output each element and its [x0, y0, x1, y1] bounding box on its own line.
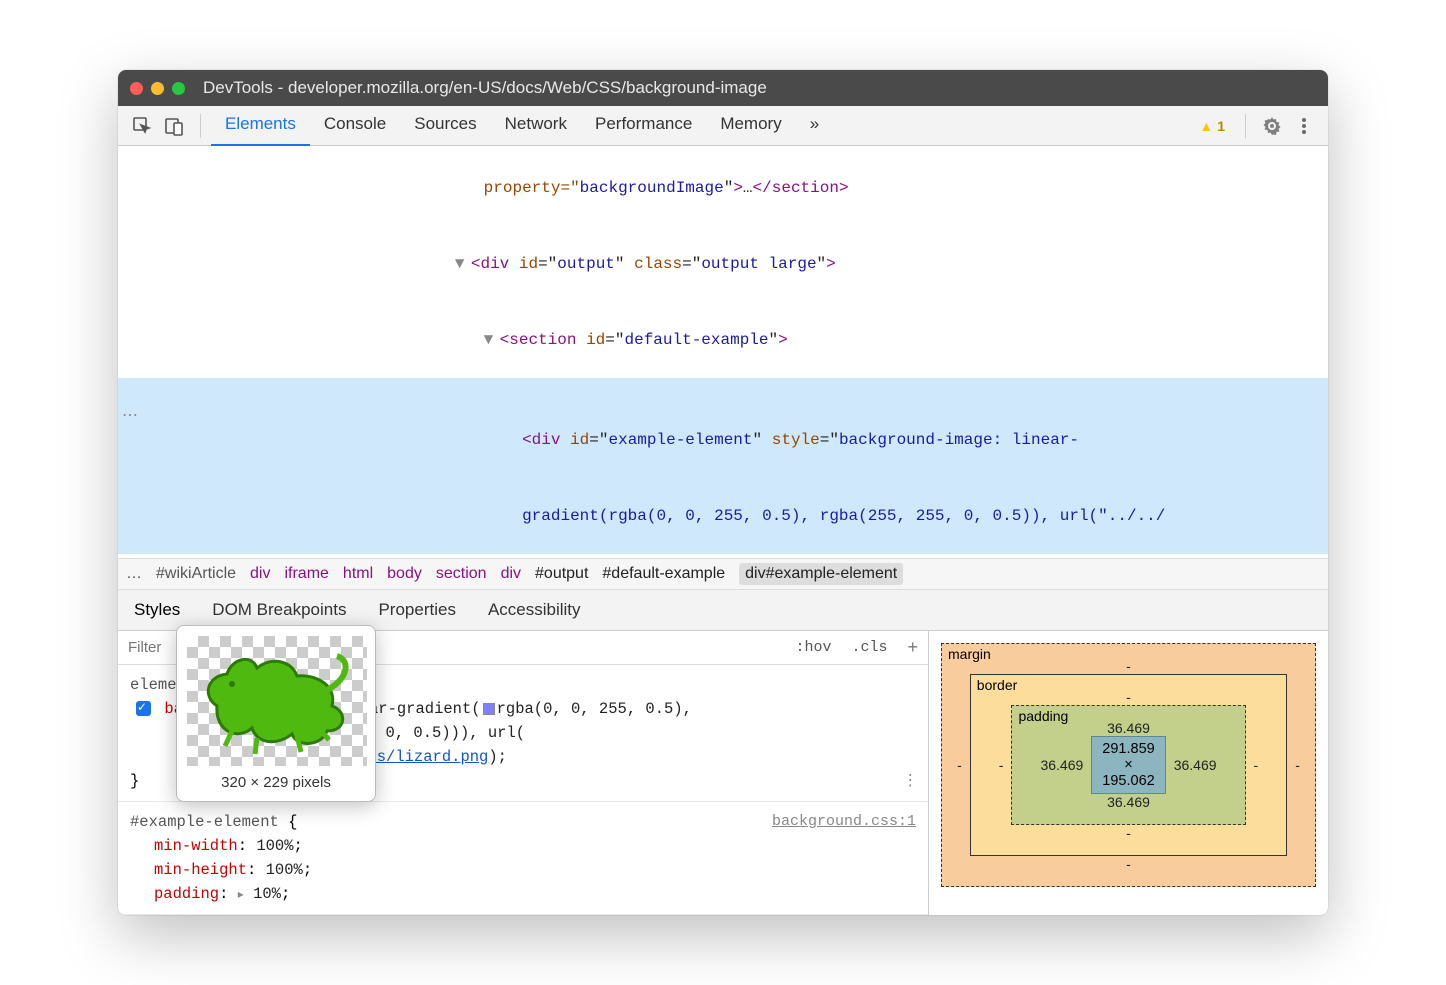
dom-line[interactable]: property="backgroundImage">…</section>	[118, 150, 1328, 226]
image-dimensions: 320 × 229 pixels	[187, 774, 365, 791]
warning-icon: ▲	[1199, 118, 1213, 134]
subtab-styles[interactable]: Styles	[118, 590, 196, 630]
dom-breadcrumb[interactable]: … #wikiArticle div iframe html body sect…	[118, 558, 1328, 590]
crumb[interactable]: div	[250, 565, 270, 583]
minimize-window-icon[interactable]	[151, 82, 164, 95]
color-swatch-icon[interactable]	[483, 703, 495, 715]
hov-toggle[interactable]: :hov	[785, 633, 841, 662]
expand-shorthand-icon[interactable]: ▸	[238, 888, 244, 902]
tab-console[interactable]: Console	[310, 104, 400, 147]
css-rule-example-element[interactable]: background.css:1 #example-element { min-…	[118, 802, 928, 915]
panel-tabs: Elements Console Sources Network Perform…	[211, 104, 1189, 147]
dom-tree[interactable]: property="backgroundImage">…</section> ▼…	[118, 146, 1328, 558]
window-title: DevTools - developer.mozilla.org/en-US/d…	[203, 78, 767, 98]
subtab-dom-breakpoints[interactable]: DOM Breakpoints	[196, 590, 362, 630]
divider	[1245, 114, 1246, 138]
crumb[interactable]: #wikiArticle	[156, 565, 236, 583]
close-window-icon[interactable]	[130, 82, 143, 95]
cls-toggle[interactable]: .cls	[841, 633, 897, 662]
crumb-more[interactable]: …	[126, 565, 142, 583]
image-preview-tooltip: 320 × 229 pixels	[176, 625, 376, 802]
settings-icon[interactable]	[1258, 112, 1286, 140]
crumb[interactable]: html	[343, 565, 373, 583]
rule-menu-icon[interactable]: ⋮	[903, 769, 917, 793]
window-controls	[130, 82, 185, 95]
styles-rules: :hov .cls + 320 × 229 pixels ele	[118, 631, 928, 915]
warning-count: 1	[1217, 118, 1225, 134]
dom-line[interactable]: ▼<div id="output" class="output large">	[118, 226, 1328, 302]
lizard-icon	[197, 646, 357, 756]
tab-memory[interactable]: Memory	[706, 104, 795, 147]
tab-network[interactable]: Network	[491, 104, 581, 147]
new-rule-icon[interactable]: +	[897, 637, 928, 658]
box-model-pane: margin - - border - - padding 36.469	[928, 631, 1328, 915]
ellipsis-icon[interactable]: ⋯	[122, 404, 138, 428]
image-preview	[187, 636, 367, 766]
dom-line-selected[interactable]: gradient(rgba(0, 0, 255, 0.5), rgba(255,…	[118, 478, 1328, 554]
tab-elements[interactable]: Elements	[211, 104, 310, 147]
inspect-element-icon[interactable]	[128, 112, 156, 140]
dom-line-selected[interactable]: ⋯ <div id="example-element" style="backg…	[118, 378, 1328, 478]
crumb[interactable]: iframe	[284, 565, 328, 583]
box-model[interactable]: margin - - border - - padding 36.469	[941, 643, 1316, 887]
warnings-badge[interactable]: ▲ 1	[1199, 118, 1225, 134]
crumb[interactable]: section	[436, 565, 487, 583]
crumb[interactable]: #default-example	[602, 565, 725, 583]
devtools-window: DevTools - developer.mozilla.org/en-US/d…	[118, 70, 1328, 915]
device-toolbar-icon[interactable]	[160, 112, 188, 140]
dom-line[interactable]: ▼<section id="default-example">	[118, 302, 1328, 378]
subtab-properties[interactable]: Properties	[362, 590, 471, 630]
property-toggle-checkbox[interactable]	[136, 701, 151, 716]
crumb[interactable]: body	[387, 565, 422, 583]
maximize-window-icon[interactable]	[172, 82, 185, 95]
crumb-selected[interactable]: div#example-element	[739, 563, 903, 585]
main-toolbar: Elements Console Sources Network Perform…	[118, 106, 1328, 146]
tab-performance[interactable]: Performance	[581, 104, 706, 147]
box-model-content: 291.859 × 195.062	[1091, 736, 1165, 794]
crumb[interactable]: #output	[535, 565, 588, 583]
tabs-overflow[interactable]: »	[796, 104, 833, 147]
source-link[interactable]: background.css:1	[772, 810, 916, 833]
divider	[200, 114, 201, 138]
styles-pane: :hov .cls + 320 × 229 pixels ele	[118, 631, 1328, 915]
crumb[interactable]: div	[501, 565, 521, 583]
more-menu-icon[interactable]	[1290, 112, 1318, 140]
tab-sources[interactable]: Sources	[400, 104, 490, 147]
titlebar: DevTools - developer.mozilla.org/en-US/d…	[118, 70, 1328, 106]
subtab-accessibility[interactable]: Accessibility	[472, 590, 597, 630]
